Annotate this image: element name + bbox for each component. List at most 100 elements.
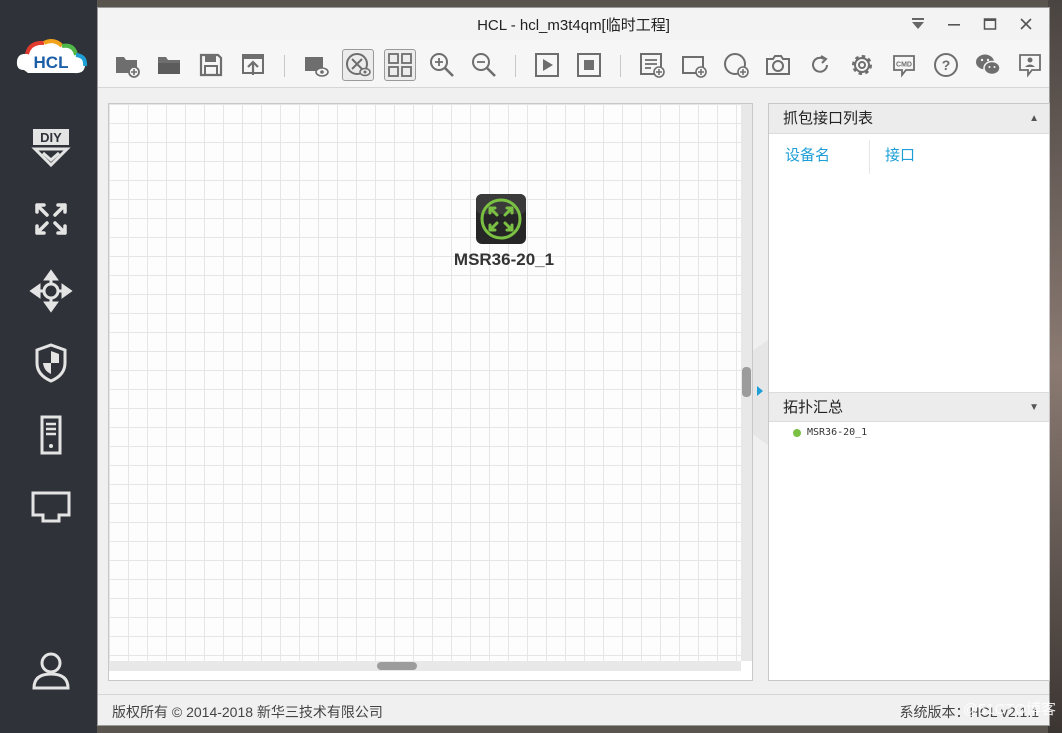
grid-toggle-button[interactable]	[384, 49, 416, 81]
capture-list-icon	[640, 53, 665, 78]
start-all-button[interactable]	[531, 49, 563, 81]
zoom-in-icon	[430, 53, 454, 77]
zoom-out-button[interactable]	[468, 49, 500, 81]
wechat-button[interactable]	[972, 49, 1004, 81]
capture-panel-header[interactable]: 抓包接口列表 ▲	[769, 104, 1049, 134]
desktop-wallpaper-right	[1048, 0, 1062, 733]
add-rectangle-icon	[682, 56, 707, 78]
topology-canvas[interactable]: MSR36-20_1	[108, 103, 753, 681]
screenshot-button[interactable]	[762, 49, 794, 81]
camera-icon	[766, 55, 790, 75]
user-icon	[32, 652, 70, 690]
status-bar: 版权所有 © 2014-2018 新华三技术有限公司 系统版本：HCL v2.1…	[98, 694, 1049, 725]
cmd-icon: CMD	[893, 55, 915, 78]
minimize-button[interactable]	[939, 13, 969, 35]
canvas-grid[interactable]	[109, 104, 741, 661]
title-bar: HCL - hcl_m3t4qm[临时工程]	[98, 8, 1049, 40]
close-button[interactable]	[1011, 13, 1041, 35]
sidebar-item-firewall[interactable]	[24, 338, 78, 388]
close-icon	[1020, 18, 1032, 30]
svg-text:?: ?	[942, 57, 951, 73]
column-interface[interactable]: 接口	[885, 144, 915, 165]
sidebar-item-network-port[interactable]	[24, 482, 78, 532]
collapse-down-icon[interactable]: ▼	[1029, 393, 1039, 423]
stop-all-button[interactable]	[573, 49, 605, 81]
sidebar-item-switch[interactable]	[24, 266, 78, 316]
show-labels-icon	[305, 57, 329, 77]
capture-list-button[interactable]	[636, 49, 668, 81]
refresh-icon	[812, 55, 828, 73]
sidebar-item-server[interactable]	[24, 410, 78, 460]
hcl-logo: HCL	[16, 39, 88, 74]
maximize-icon	[983, 18, 997, 30]
window-title: HCL - hcl_m3t4qm[临时工程]	[477, 16, 670, 34]
topology-panel-header[interactable]: 拓扑汇总 ▼	[769, 392, 1049, 422]
capture-panel-title: 抓包接口列表	[783, 110, 874, 127]
save-button[interactable]	[195, 49, 227, 81]
svg-text:CMD: CMD	[896, 62, 912, 69]
feedback-icon	[1019, 54, 1041, 78]
sidebar-item-user[interactable]	[24, 645, 78, 695]
dropdown-menu-button[interactable]	[903, 13, 933, 35]
horizontal-scrollbar[interactable]	[109, 661, 741, 671]
show-labels-button[interactable]	[300, 49, 332, 81]
network-port-icon	[31, 491, 71, 523]
help-icon: ?	[934, 53, 958, 77]
toolbar-separator	[284, 55, 285, 77]
add-ellipse-icon	[724, 53, 749, 78]
grid-icon	[388, 53, 412, 77]
sidebar: HCL DIY	[0, 0, 97, 733]
folder-icon	[158, 57, 180, 74]
maximize-button[interactable]	[975, 13, 1005, 35]
show-ports-icon	[346, 53, 371, 77]
right-panel: 抓包接口列表 ▲ 设备名 接口 拓扑汇总 ▼ MSR36-20_1	[768, 103, 1050, 681]
firewall-icon	[35, 343, 67, 383]
diy-icon: DIY	[31, 129, 71, 168]
gear-icon	[852, 55, 872, 75]
topology-item-label: MSR36-20_1	[807, 427, 868, 438]
router-icon	[35, 203, 67, 235]
toolbar-separator	[620, 55, 621, 77]
stop-icon	[577, 53, 601, 77]
sidebar-item-router[interactable]	[24, 194, 78, 244]
toolbar: CMD ?	[98, 40, 1049, 88]
open-project-button[interactable]	[153, 49, 185, 81]
zoom-out-icon	[472, 53, 496, 77]
panel-collapse-toggle[interactable]	[753, 340, 768, 445]
main-window: HCL - hcl_m3t4qm[临时工程] CMD ? MSR36-20_1 …	[97, 7, 1050, 726]
add-rectangle-button[interactable]	[678, 49, 710, 81]
help-button[interactable]: ?	[930, 49, 962, 81]
play-icon	[535, 53, 559, 77]
add-ellipse-button[interactable]	[720, 49, 752, 81]
save-icon	[199, 53, 223, 77]
refresh-button[interactable]	[804, 49, 836, 81]
horizontal-scroll-thumb[interactable]	[377, 662, 417, 670]
column-divider	[869, 140, 870, 174]
topology-panel-title: 拓扑汇总	[783, 399, 844, 416]
cmd-button[interactable]: CMD	[888, 49, 920, 81]
svg-text:DIY: DIY	[40, 130, 62, 145]
switch-icon	[29, 269, 73, 313]
sidebar-item-diy[interactable]: DIY	[24, 122, 78, 172]
menu-triangle-icon	[912, 18, 924, 29]
zoom-in-button[interactable]	[426, 49, 458, 81]
vertical-scroll-thumb[interactable]	[742, 367, 751, 397]
feedback-button[interactable]	[1014, 49, 1046, 81]
arrow-right-icon	[757, 386, 763, 396]
topology-list-item[interactable]: MSR36-20_1	[793, 427, 867, 438]
show-ports-button[interactable]	[342, 49, 374, 81]
column-device-name[interactable]: 设备名	[785, 144, 830, 165]
vertical-scrollbar[interactable]	[741, 104, 752, 661]
collapse-up-icon[interactable]: ▲	[1029, 104, 1039, 134]
server-icon	[40, 415, 62, 455]
settings-button[interactable]	[846, 49, 878, 81]
logo-text: HCL	[34, 53, 69, 72]
new-project-button[interactable]	[111, 49, 143, 81]
export-button[interactable]	[237, 49, 269, 81]
device-label[interactable]: MSR36-20_1	[429, 250, 579, 270]
router-device-icon[interactable]	[475, 193, 527, 245]
minimize-icon	[948, 24, 960, 26]
export-icon	[242, 54, 264, 75]
copyright-text: 版权所有 © 2014-2018 新华三技术有限公司	[112, 704, 383, 720]
new-folder-icon	[116, 57, 140, 78]
